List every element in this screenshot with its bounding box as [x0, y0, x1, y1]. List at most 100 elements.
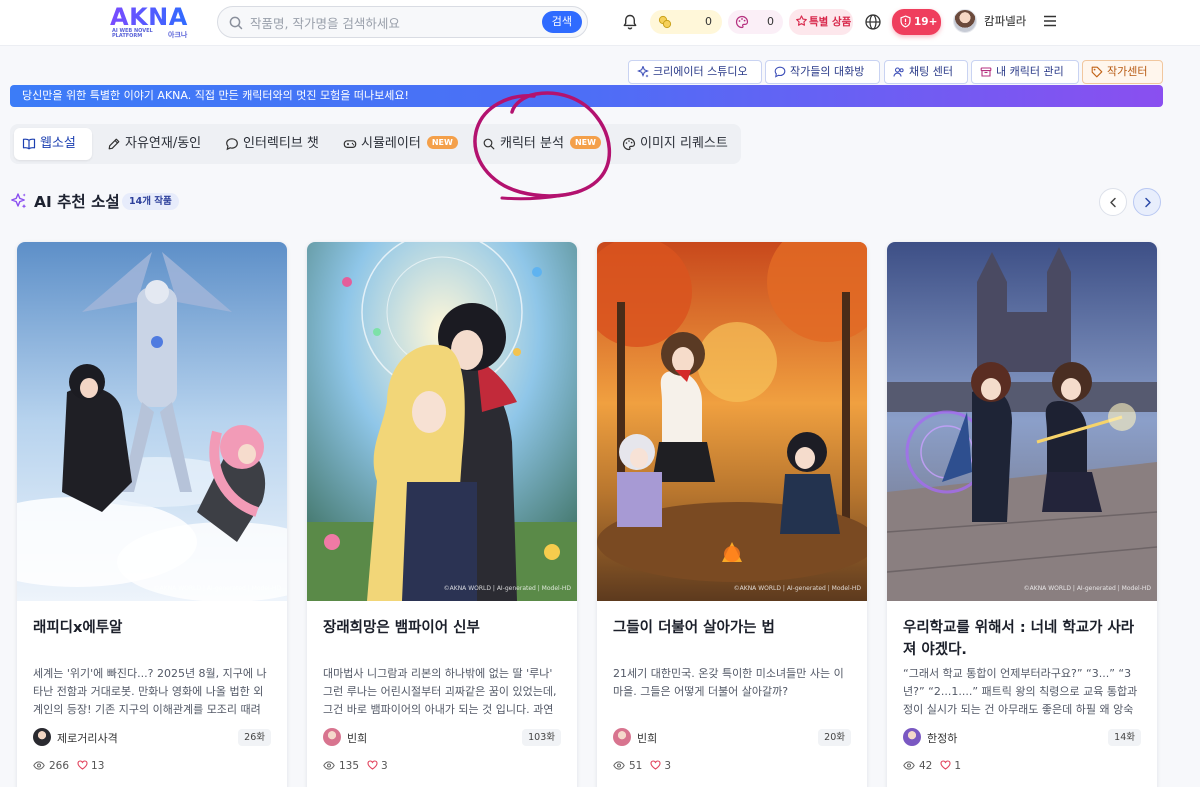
- chat-bubble-icon: [226, 138, 238, 151]
- novel-title[interactable]: 래피디x에투알: [33, 617, 273, 639]
- author-name[interactable]: 제로거리사격: [57, 730, 118, 746]
- search-input[interactable]: [250, 12, 510, 34]
- user-avatar[interactable]: [953, 9, 977, 33]
- users-icon: [893, 67, 904, 77]
- tab-character-analysis[interactable]: 캐릭터 분석 NEW: [474, 128, 606, 160]
- novel-cover-image[interactable]: ©AKNA WORLD | AI-generated | Model-HD: [887, 242, 1157, 601]
- adult-content-toggle[interactable]: 19+: [892, 9, 941, 35]
- novel-card[interactable]: ©AKNA WORLD | AI-generated | Model-HD 우리…: [887, 242, 1157, 787]
- novel-card[interactable]: ©AKNA WORLD | AI-generated | Model-HD 래피…: [17, 242, 287, 787]
- novel-card[interactable]: ©AKNA WORLD | AI-generated | Model-HD 그들…: [597, 242, 867, 787]
- writer-center-button[interactable]: 작가센터: [1082, 60, 1163, 84]
- author-avatar: [33, 728, 51, 746]
- carousel-next-button[interactable]: [1133, 188, 1161, 216]
- author-name[interactable]: 빈희: [347, 730, 367, 746]
- palette-icon: [622, 137, 636, 151]
- tab-interactive-chat[interactable]: 인터렉티브 챗: [217, 128, 327, 160]
- cover-watermark: ©AKNA WORLD | AI-generated | Model-HD: [1023, 585, 1151, 592]
- pen-icon: [108, 138, 120, 150]
- episode-count-badge: 14화: [1108, 729, 1141, 746]
- view-count: 266: [49, 760, 70, 772]
- novel-stats: 42 1: [903, 760, 961, 772]
- novel-description: 21세기 대한민국. 온갖 특이한 미소녀들만 사는 이 마을. 그들은 어떻게…: [613, 667, 844, 698]
- cover-watermark: ©AKNA WORLD | AI-generated | Model-HD: [733, 585, 861, 592]
- chat-center-button[interactable]: 채팅 센터: [884, 60, 968, 84]
- coin-balance[interactable]: 0: [650, 10, 722, 34]
- special-products-label: 특별 상품: [809, 16, 852, 28]
- tab-web-novel[interactable]: 웹소설: [14, 128, 92, 160]
- view-count: 42: [919, 760, 933, 772]
- writers-chat-room-label: 작가들의 대화방: [790, 65, 865, 78]
- coin-icon: [658, 15, 672, 29]
- writers-chat-room-button[interactable]: 작가들의 대화방: [765, 60, 880, 84]
- search-bar: 검색: [217, 6, 588, 38]
- tab-interactive-chat-label: 인터렉티브 챗: [243, 136, 319, 151]
- novel-description: 세계는 '위기'에 빠진다...? 2025년 8월, 지구에 나타난 전함과 …: [33, 667, 267, 716]
- cover-illustration: [597, 242, 867, 601]
- hamburger-menu-icon[interactable]: [1042, 13, 1058, 29]
- search-button[interactable]: 검색: [541, 11, 582, 33]
- chevron-left-icon: [1110, 197, 1116, 208]
- novel-stats: 51 3: [613, 760, 671, 772]
- novel-title[interactable]: 장래희망은 뱀파이어 신부: [323, 617, 563, 639]
- shield-icon: [900, 15, 911, 28]
- creator-studio-label: 크리에이터 스튜디오: [653, 65, 748, 78]
- eye-icon: [613, 761, 625, 770]
- user-name[interactable]: 캄파넬라: [984, 13, 1026, 29]
- view-count: 51: [629, 760, 643, 772]
- my-character-manage-button[interactable]: 내 캐릭터 관리: [971, 60, 1079, 84]
- eye-icon: [903, 761, 915, 770]
- tab-image-request-label: 이미지 리퀘스트: [640, 136, 728, 151]
- tab-web-novel-label: 웹소설: [40, 136, 76, 151]
- section-title: AI 추천 소설: [34, 193, 120, 211]
- promo-banner[interactable]: 당신만을 위한 특별한 이야기 AKNA. 직접 만든 캐릭터와의 멋진 모험을…: [10, 85, 1163, 107]
- my-character-manage-label: 내 캐릭터 관리: [996, 65, 1064, 78]
- logo-korean: 아크나: [168, 31, 188, 39]
- view-count: 135: [339, 760, 360, 772]
- bell-icon[interactable]: [620, 12, 640, 32]
- novel-title[interactable]: 우리학교를 위해서 : 너네 학교가 사라져 야겠다.: [903, 617, 1143, 661]
- author-avatar: [903, 728, 921, 746]
- special-products-button[interactable]: 특별 상품: [789, 9, 853, 35]
- like-count: 13: [91, 760, 105, 772]
- author-avatar: [613, 728, 631, 746]
- novel-cover-image[interactable]: ©AKNA WORLD | AI-generated | Model-HD: [597, 242, 867, 601]
- gem-balance[interactable]: 0: [728, 10, 783, 34]
- episode-count-badge: 20화: [818, 729, 851, 746]
- heart-icon: [77, 760, 88, 770]
- author-name[interactable]: 한정하: [927, 730, 957, 746]
- novel-cover-image[interactable]: ©AKNA WORLD | AI-generated | Model-HD: [307, 242, 577, 601]
- like-count: 3: [381, 760, 388, 772]
- cover-watermark: ©AKNA WORLD | AI-generated | Model-HD: [443, 585, 571, 592]
- chevron-right-icon: [1145, 197, 1151, 208]
- akna-logo[interactable]: AKNA AI WEB NOVEL PLATFORM 아크나: [110, 4, 190, 40]
- chat-bubble-icon: [774, 66, 786, 78]
- open-book-icon: [22, 138, 36, 150]
- tab-image-request[interactable]: 이미지 리퀘스트: [614, 128, 734, 160]
- age-rating-label: 19+: [914, 16, 938, 28]
- search-icon: [229, 16, 243, 30]
- novel-cover-image[interactable]: ©AKNA WORLD | AI-generated | Model-HD: [17, 242, 287, 601]
- tab-simulator[interactable]: 시뮬레이터 NEW: [335, 128, 458, 160]
- tab-character-analysis-label: 캐릭터 분석: [500, 136, 564, 151]
- cover-illustration: [887, 242, 1157, 601]
- carousel-prev-button[interactable]: [1099, 188, 1127, 216]
- work-count-badge: 14개 작품: [122, 193, 179, 210]
- novel-title[interactable]: 그들이 더불어 살아가는 법: [613, 617, 853, 639]
- novel-description: “그래서 학교 통합이 언제부터라구요?” “3...” “3년?” “2...…: [903, 667, 1138, 716]
- globe-icon[interactable]: [863, 12, 883, 32]
- gem-count: 0: [767, 15, 774, 28]
- new-badge: NEW: [426, 136, 458, 149]
- logo-wordmark: AKNA: [110, 3, 188, 31]
- tab-free-serial[interactable]: 자유연재/동인: [99, 128, 209, 160]
- novel-stats: 135 3: [323, 760, 388, 772]
- novel-description: 대마법사 니그람과 리본의 하나밖에 없는 딸 '루나' 그런 루나는 어린시절…: [323, 667, 557, 716]
- heart-icon: [367, 760, 378, 770]
- author-name[interactable]: 빈희: [637, 730, 657, 746]
- chat-center-label: 채팅 센터: [909, 65, 953, 78]
- top-header: AKNA AI WEB NOVEL PLATFORM 아크나 검색 0 0 특별…: [0, 0, 1200, 46]
- episode-count-badge: 26화: [238, 729, 271, 746]
- cover-illustration: [17, 242, 287, 601]
- novel-card[interactable]: ©AKNA WORLD | AI-generated | Model-HD 장래…: [307, 242, 577, 787]
- creator-studio-button[interactable]: 크리에이터 스튜디오: [628, 60, 762, 84]
